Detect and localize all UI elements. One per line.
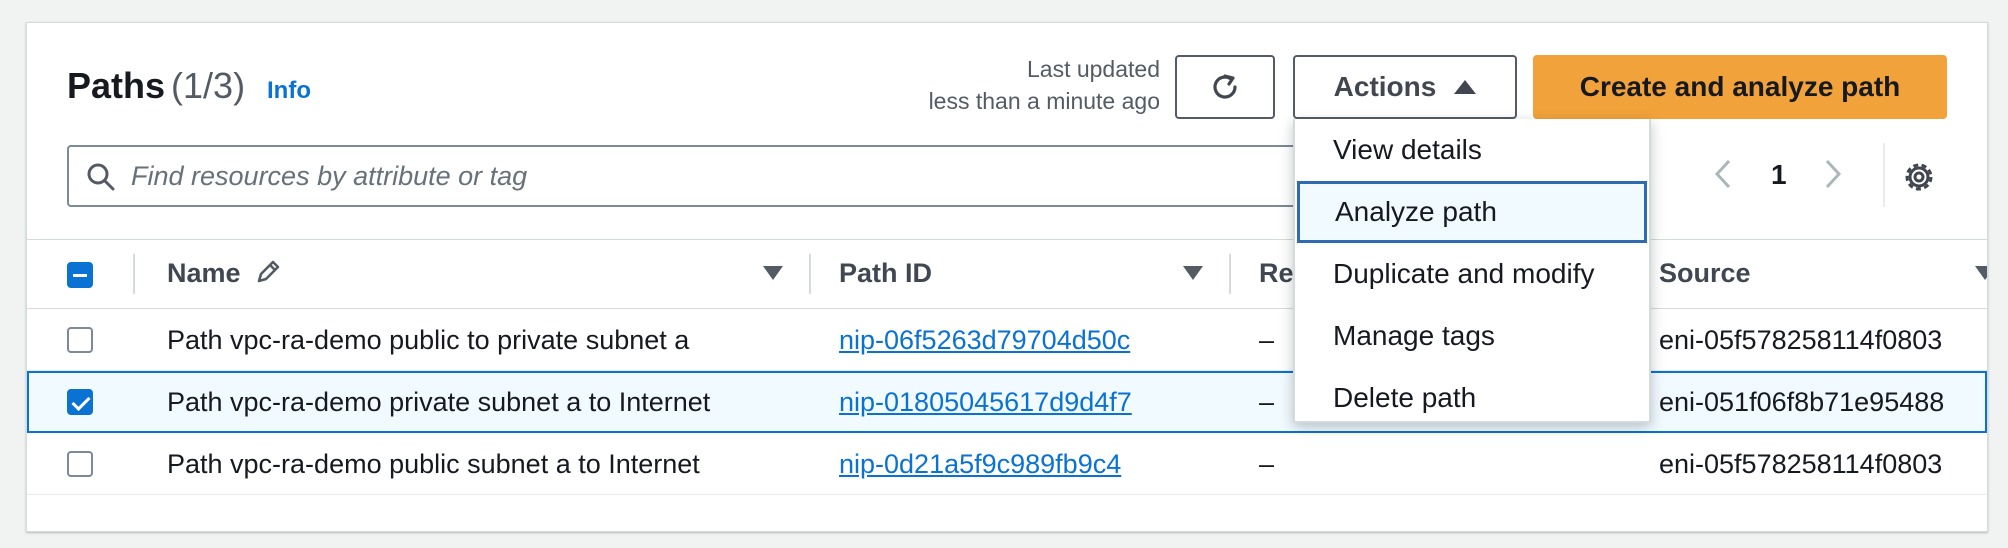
column-header-path-id[interactable]: Path ID xyxy=(839,258,932,289)
path-name: Path vpc-ra-demo private subnet a to Int… xyxy=(167,387,711,417)
actions-dropdown-menu: View details Analyze path Duplicate and … xyxy=(1293,119,1651,423)
sort-source-icon[interactable] xyxy=(1975,266,1987,280)
previous-page-icon[interactable] xyxy=(1711,157,1735,191)
path-id-link[interactable]: nip-01805045617d9d4f7 xyxy=(839,387,1132,417)
info-link[interactable]: Info xyxy=(267,77,311,105)
column-header-re[interactable]: Re xyxy=(1259,258,1294,289)
search-icon xyxy=(87,163,115,191)
gear-icon[interactable] xyxy=(1901,159,1937,195)
page-number[interactable]: 1 xyxy=(1771,159,1787,191)
search-field[interactable] xyxy=(67,145,1313,207)
table-row[interactable]: Path vpc-ra-demo public subnet a to Inte… xyxy=(27,433,1987,495)
caret-up-icon xyxy=(1454,80,1477,94)
row-checkbox[interactable] xyxy=(67,451,93,477)
menu-item-view-details[interactable]: View details xyxy=(1295,119,1649,181)
source-value: eni-05f578258114f0803 xyxy=(1659,449,1943,479)
re-value: – xyxy=(1259,449,1275,479)
page-title: Paths (1/3) xyxy=(67,65,246,106)
path-id-link[interactable]: nip-0d21a5f9c989fb9c4 xyxy=(839,449,1121,479)
search-input[interactable] xyxy=(129,155,1013,197)
row-checkbox[interactable] xyxy=(67,327,93,353)
edit-icon xyxy=(257,260,280,283)
path-id-link[interactable]: nip-06f5263d79704d50c xyxy=(839,325,1130,355)
pagination-divider xyxy=(1883,143,1885,207)
path-name: Path vpc-ra-demo public subnet a to Inte… xyxy=(167,449,700,479)
path-name: Path vpc-ra-demo public to private subne… xyxy=(167,325,690,355)
select-all-checkbox[interactable] xyxy=(67,262,93,288)
column-header-source[interactable]: Source xyxy=(1659,258,1751,289)
actions-button[interactable]: Actions xyxy=(1293,55,1517,119)
menu-item-duplicate-and-modify[interactable]: Duplicate and modify xyxy=(1295,243,1649,305)
next-page-icon[interactable] xyxy=(1821,157,1845,191)
re-value: – xyxy=(1259,325,1275,355)
menu-item-delete-path[interactable]: Delete path xyxy=(1295,367,1649,429)
column-header-name[interactable]: Name xyxy=(167,258,282,289)
selection-count: (1/3) xyxy=(171,65,246,106)
create-and-analyze-path-button[interactable]: Create and analyze path xyxy=(1533,55,1947,119)
row-checkbox[interactable] xyxy=(67,389,93,415)
re-value: – xyxy=(1259,387,1275,417)
refresh-button[interactable] xyxy=(1175,55,1275,119)
refresh-icon xyxy=(1213,74,1237,99)
menu-item-analyze-path[interactable]: Analyze path xyxy=(1297,181,1647,243)
sort-name-icon[interactable] xyxy=(763,266,783,280)
table-header: Name Path ID Re Source xyxy=(27,239,1987,309)
table-row[interactable]: Path vpc-ra-demo public to private subne… xyxy=(27,309,1987,371)
source-value: eni-051f06f8b71e95488 xyxy=(1659,387,1945,417)
paths-panel: Paths (1/3) Info Last updated less than a… xyxy=(26,22,1988,532)
menu-item-manage-tags[interactable]: Manage tags xyxy=(1295,305,1649,367)
last-updated: Last updated less than a minute ago xyxy=(928,56,1160,114)
source-value: eni-05f578258114f0803 xyxy=(1659,325,1943,355)
table-row-selected[interactable]: Path vpc-ra-demo private subnet a to Int… xyxy=(27,371,1987,433)
sort-path-id-icon[interactable] xyxy=(1183,266,1203,280)
